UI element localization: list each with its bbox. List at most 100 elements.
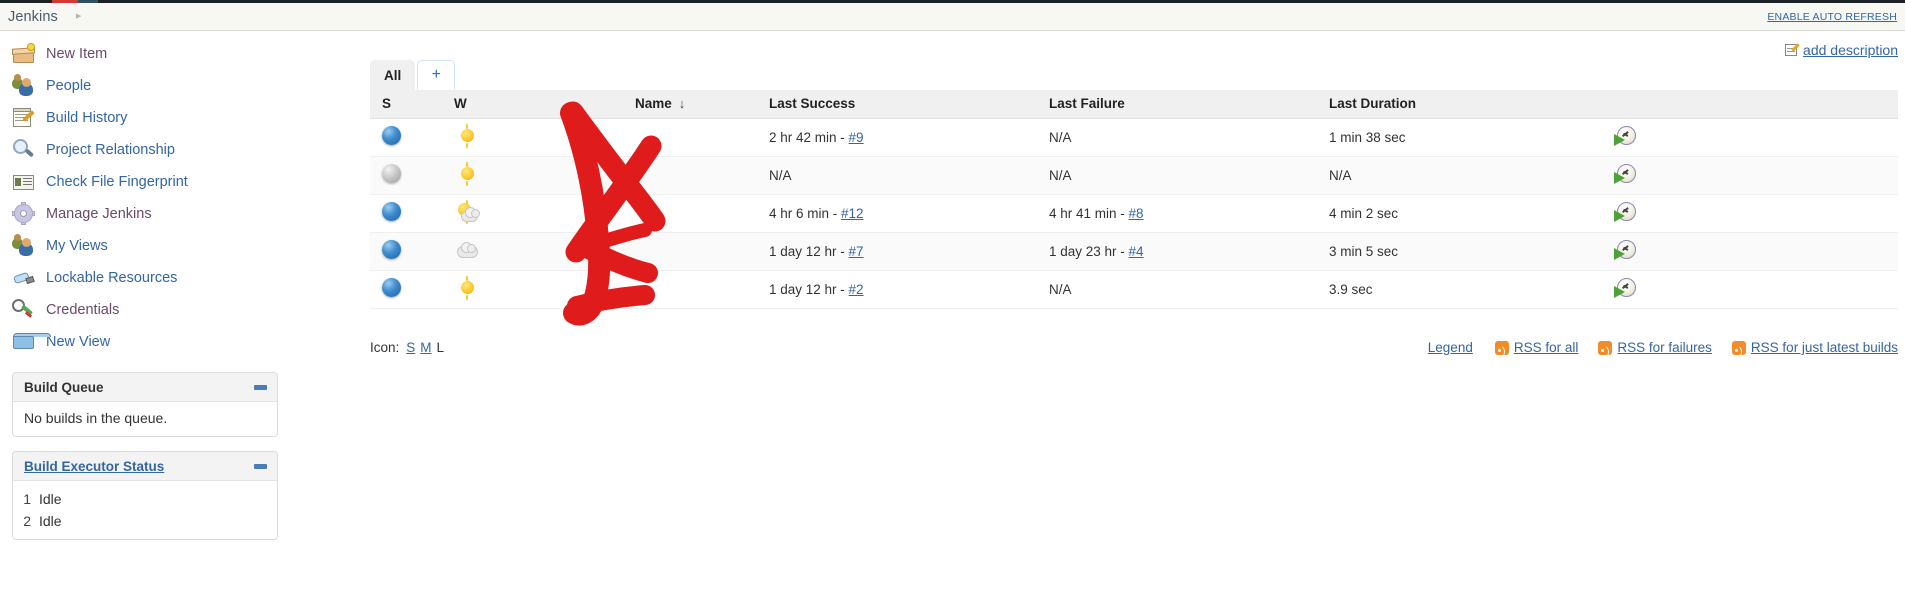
sidebar-item-label: My Views (46, 238, 108, 254)
rss-for-failures-link[interactable]: RSS for failures (1598, 340, 1712, 358)
collapse-icon[interactable] (254, 384, 267, 390)
last-success-build-link[interactable]: #9 (849, 130, 864, 145)
sidebar-item-project-relationship[interactable]: Project Relationship (0, 134, 340, 166)
gear-icon (12, 202, 36, 226)
schedule-build-icon[interactable] (1614, 163, 1636, 185)
table-row[interactable]: 4 hr 6 min - #12 4 hr 41 min - #8 4 min … (370, 194, 1898, 232)
icon-size-small[interactable]: S (406, 340, 415, 355)
tab-add-view[interactable]: + (417, 60, 456, 90)
cell-job-name (530, 232, 752, 270)
jobs-table-head: S W Name ↓ Last Success Last Failure Last… (370, 90, 1898, 119)
tab-all[interactable]: All (370, 60, 416, 90)
column-header-weather[interactable]: W (430, 90, 530, 119)
last-failure-text: 4 hr 41 min - (1049, 205, 1129, 221)
sidebar-item-new-item[interactable]: New Item (0, 38, 340, 70)
sidebar-item-credentials[interactable]: Credentials (0, 294, 340, 326)
footer-links: Legend RSS for all RSS for failures RSS … (1428, 340, 1898, 358)
breadcrumb-bar: Jenkins ▸ ENABLE AUTO REFRESH (0, 3, 1905, 31)
rss-icon (1731, 340, 1746, 358)
cell-status (370, 270, 430, 308)
sidebar-item-label: New View (46, 334, 111, 350)
last-success-build-link[interactable]: #12 (841, 206, 864, 221)
breadcrumb-root-link[interactable]: Jenkins (8, 9, 58, 25)
schedule-build-icon[interactable] (1614, 125, 1636, 147)
cell-last-success: 4 hr 6 min - #12 (752, 194, 1032, 232)
sidebar-item-people[interactable]: People (0, 70, 340, 102)
build-queue-empty-text: No builds in the queue. (24, 410, 168, 426)
executor-state: Idle (39, 491, 62, 507)
table-header-row: S W Name ↓ Last Success Last Failure Last… (370, 90, 1898, 119)
table-row[interactable]: 1 day 12 hr - #7 1 day 23 hr - #4 3 min … (370, 232, 1898, 270)
add-description-link[interactable]: add description (1785, 42, 1898, 58)
last-failure-text: 1 day 23 hr - (1049, 243, 1129, 259)
rss-for-all-label: RSS for all (1513, 340, 1579, 355)
sort-descending-icon: ↓ (678, 96, 686, 112)
status-ball-blue-icon[interactable] (382, 240, 401, 259)
icon-size-selector: Icon: S M L (370, 340, 449, 355)
cell-last-success: 2 hr 42 min - #9 (752, 118, 1032, 156)
column-header-last-success[interactable]: Last Success (752, 90, 1032, 119)
sidebar-item-label: New Item (46, 46, 108, 62)
weather-sunny-icon (454, 275, 480, 300)
icon-size-large[interactable]: L (437, 340, 445, 355)
status-ball-blue-icon[interactable] (382, 126, 401, 145)
sidebar-item-new-view[interactable]: New View (0, 326, 340, 358)
status-ball-blue-icon[interactable] (382, 278, 401, 297)
last-success-build-link[interactable]: #7 (849, 244, 864, 259)
enable-auto-refresh-link[interactable]: ENABLE AUTO REFRESH (1767, 11, 1897, 23)
cell-job-name (530, 156, 752, 194)
cell-job-name (530, 118, 752, 156)
sidebar-item-my-views[interactable]: My Views (0, 230, 340, 262)
sidebar: New Item People Build History Project Re… (0, 32, 340, 540)
last-success-text: 1 day 12 hr - (769, 243, 849, 259)
last-success-text: 2 hr 42 min - (769, 129, 849, 145)
last-success-build-link[interactable]: #2 (849, 282, 864, 297)
add-description-label: add description (1803, 42, 1898, 58)
column-header-status[interactable]: S (370, 90, 430, 119)
cell-last-success: N/A (752, 156, 1032, 194)
breadcrumb-chevron-icon[interactable]: ▸ (76, 11, 82, 22)
rss-for-latest-builds-link[interactable]: RSS for just latest builds (1731, 340, 1898, 358)
icon-size-medium[interactable]: M (420, 340, 431, 355)
table-row[interactable]: N/A N/A N/A (370, 156, 1898, 194)
cell-schedule-build (1602, 194, 1898, 232)
executor-number: 2 (23, 513, 31, 529)
legend-link[interactable]: Legend (1428, 340, 1473, 355)
rss-icon (1598, 340, 1613, 358)
executor-state: Idle (39, 513, 62, 529)
sidebar-item-label: Project Relationship (46, 142, 175, 158)
sidebar-item-build-history[interactable]: Build History (0, 102, 340, 134)
rss-icon (1494, 340, 1509, 358)
sidebar-item-lockable-resources[interactable]: Lockable Resources (0, 262, 340, 294)
schedule-build-icon[interactable] (1614, 201, 1636, 223)
people-icon (12, 74, 36, 98)
column-header-last-duration[interactable]: Last Duration (1312, 90, 1602, 119)
sidebar-item-manage-jenkins[interactable]: Manage Jenkins (0, 198, 340, 230)
cell-last-duration: 1 min 38 sec (1329, 129, 1406, 145)
sidebar-item-check-file-fingerprint[interactable]: Check File Fingerprint (0, 166, 340, 198)
collapse-icon[interactable] (254, 463, 267, 469)
column-header-last-failure[interactable]: Last Failure (1032, 90, 1312, 119)
cell-weather (430, 232, 530, 270)
last-failure-build-link[interactable]: #8 (1129, 206, 1144, 221)
status-ball-grey-icon[interactable] (382, 164, 401, 183)
schedule-build-icon[interactable] (1614, 239, 1636, 261)
build-queue-panel: Build Queue No builds in the queue. (12, 372, 278, 437)
column-header-name[interactable]: Name ↓ (530, 90, 752, 119)
schedule-build-icon[interactable] (1614, 277, 1636, 299)
weather-sunny-icon (454, 123, 480, 148)
sidebar-task-list: New Item People Build History Project Re… (0, 32, 340, 358)
status-ball-blue-icon[interactable] (382, 202, 401, 221)
cell-last-failure: 4 hr 41 min - #8 (1032, 194, 1312, 232)
table-row[interactable]: 1 day 12 hr - #2 N/A 3.9 sec (370, 270, 1898, 308)
cell-schedule-build (1602, 270, 1898, 308)
edit-description-icon (1785, 42, 1800, 58)
project-relationship-icon (12, 138, 36, 162)
last-failure-text: N/A (1049, 281, 1072, 297)
cell-status (370, 156, 430, 194)
rss-for-all-link[interactable]: RSS for all (1494, 340, 1579, 358)
build-executor-status-title[interactable]: Build Executor Status (24, 459, 164, 474)
last-failure-build-link[interactable]: #4 (1129, 244, 1144, 259)
cell-last-duration: N/A (1329, 167, 1352, 183)
table-row[interactable]: 2 hr 42 min - #9 N/A 1 min 38 sec (370, 118, 1898, 156)
